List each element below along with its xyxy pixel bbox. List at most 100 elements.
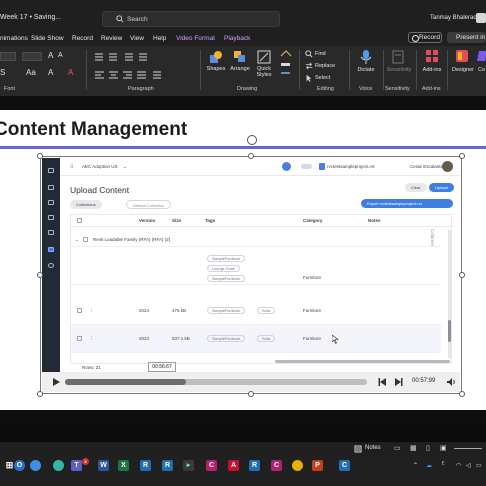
shapes-icon[interactable] xyxy=(209,50,223,64)
replace-icon[interactable] xyxy=(305,62,313,70)
tab-playback[interactable]: Playback xyxy=(224,35,250,42)
collab-icon[interactable]: C xyxy=(206,460,217,471)
tab-view[interactable]: View xyxy=(130,35,144,42)
chrome-icon[interactable] xyxy=(292,460,303,471)
status-bar: Notes ▭ ▦ ▯ ▣ xyxy=(0,442,486,456)
resize-handle[interactable] xyxy=(37,272,43,278)
cloud-icon[interactable]: ☁ xyxy=(426,462,432,469)
resize-handle[interactable] xyxy=(459,391,465,397)
record-button[interactable]: Record xyxy=(408,32,442,43)
resize-handle[interactable] xyxy=(248,153,254,159)
notification-badge: 2 xyxy=(82,458,89,465)
paragraph-icons[interactable] xyxy=(95,52,185,82)
replace-label[interactable]: Replace xyxy=(315,63,335,69)
autocad-icon[interactable]: A xyxy=(228,460,239,471)
user-name: Tanmay Bhalerao xyxy=(430,15,477,21)
group-label-voice: Voice xyxy=(359,86,373,92)
collab-icon[interactable]: C xyxy=(271,460,282,471)
notes-icon[interactable] xyxy=(354,445,362,453)
search-box[interactable]: Search xyxy=(102,11,280,27)
divider xyxy=(299,50,300,90)
divider xyxy=(349,50,350,90)
outlook-icon[interactable]: O xyxy=(14,460,25,471)
normal-view-icon[interactable]: ▭ xyxy=(394,444,401,452)
dictate-label[interactable]: Dictate xyxy=(354,67,378,73)
group-label-editing: Editing xyxy=(317,86,334,92)
shape-format-icons[interactable] xyxy=(280,50,292,80)
excel-icon[interactable]: X xyxy=(118,460,129,471)
microphone-icon[interactable] xyxy=(360,49,372,65)
tab-record[interactable]: Record xyxy=(72,35,93,42)
addins-icon[interactable] xyxy=(425,49,439,63)
teams-icon[interactable]: T xyxy=(71,460,82,471)
wifi-icon[interactable]: ◠ xyxy=(456,462,461,469)
quick-styles-label[interactable]: Quick Styles xyxy=(252,66,276,78)
resize-handle[interactable] xyxy=(37,391,43,397)
font-color-icon[interactable]: A xyxy=(68,68,73,77)
sensitivity-icon[interactable] xyxy=(391,49,405,65)
copilot-icon[interactable] xyxy=(477,49,486,63)
document-title: Week 17 • Saving... xyxy=(0,14,62,21)
reading-view-icon[interactable]: ▯ xyxy=(426,444,430,452)
slide-title[interactable]: Content Management xyxy=(0,119,187,141)
title-bar: Week 17 • Saving... Search Tanmay Bhaler… xyxy=(0,0,486,30)
zoom-slider[interactable] xyxy=(454,448,482,449)
app-icon[interactable]: C xyxy=(339,460,350,471)
text-case-icon[interactable]: Aa xyxy=(26,68,36,77)
revit-icon[interactable]: R xyxy=(162,460,173,471)
find-icon[interactable] xyxy=(305,50,313,58)
select-icon[interactable] xyxy=(305,74,313,82)
grow-font-icon[interactable]: A xyxy=(48,51,53,60)
designer-label[interactable]: Designer xyxy=(449,67,477,73)
revit-icon[interactable]: R xyxy=(140,460,151,471)
slideshow-icon[interactable]: ▣ xyxy=(440,444,447,452)
divider xyxy=(86,50,87,90)
designer-icon[interactable] xyxy=(455,49,469,63)
language-icon[interactable]: ᴱ xyxy=(442,462,444,468)
shapes-label[interactable]: Shapes xyxy=(205,66,227,72)
tab-video-format[interactable]: Video Format xyxy=(176,35,215,42)
group-label-drawing: Drawing xyxy=(237,86,258,92)
addins-label[interactable]: Add-ins xyxy=(419,67,445,73)
resize-handle[interactable] xyxy=(37,153,43,159)
word-icon[interactable]: W xyxy=(98,460,109,471)
slide-sorter-icon[interactable]: ▦ xyxy=(410,444,417,452)
present-button[interactable]: Present in xyxy=(447,32,486,43)
speaker-icon[interactable]: ◁ xyxy=(466,462,471,469)
divider xyxy=(447,50,448,90)
notes-label[interactable]: Notes xyxy=(365,445,381,451)
tab-slide-show[interactable]: Slide Show xyxy=(31,35,64,42)
group-label-font: Font xyxy=(4,86,16,92)
tab-animations[interactable]: nimations xyxy=(0,35,28,42)
divider xyxy=(200,50,201,90)
group-label-addins: Add-ins xyxy=(422,86,441,92)
arrange-label[interactable]: Arrange xyxy=(227,66,253,72)
tray-chevron-icon[interactable]: ⌃ xyxy=(413,462,418,469)
app-icon[interactable]: ▸ xyxy=(183,460,194,471)
clear-format-icon[interactable]: A xyxy=(48,68,53,77)
group-label-paragraph: Paragraph xyxy=(128,86,154,92)
avatar[interactable] xyxy=(476,13,486,23)
browser-icon[interactable] xyxy=(30,460,41,471)
font-name-box[interactable] xyxy=(0,52,16,61)
revit-icon[interactable]: R xyxy=(249,460,260,471)
video-selection-frame xyxy=(40,156,462,394)
copilot-label[interactable]: Co xyxy=(478,67,485,73)
tab-help[interactable]: Help xyxy=(153,35,166,42)
resize-handle[interactable] xyxy=(248,391,254,397)
font-size-box[interactable] xyxy=(22,52,42,61)
resize-handle[interactable] xyxy=(459,153,465,159)
resize-handle[interactable] xyxy=(459,272,465,278)
quick-styles-icon[interactable] xyxy=(257,50,271,64)
select-label[interactable]: Select xyxy=(315,75,330,81)
strikethrough-icon[interactable]: S xyxy=(0,68,5,77)
arrange-icon[interactable] xyxy=(233,50,247,64)
chat-icon[interactable] xyxy=(53,460,64,471)
find-label[interactable]: Find xyxy=(315,51,326,57)
battery-icon[interactable]: ▭ xyxy=(476,462,482,469)
powerpoint-icon[interactable]: P xyxy=(312,460,323,471)
shrink-font-icon[interactable]: A xyxy=(58,52,63,59)
sensitivity-label[interactable]: Sensitivity xyxy=(384,67,414,73)
tab-review[interactable]: Review xyxy=(101,35,122,42)
rotate-handle-icon[interactable] xyxy=(247,135,257,145)
